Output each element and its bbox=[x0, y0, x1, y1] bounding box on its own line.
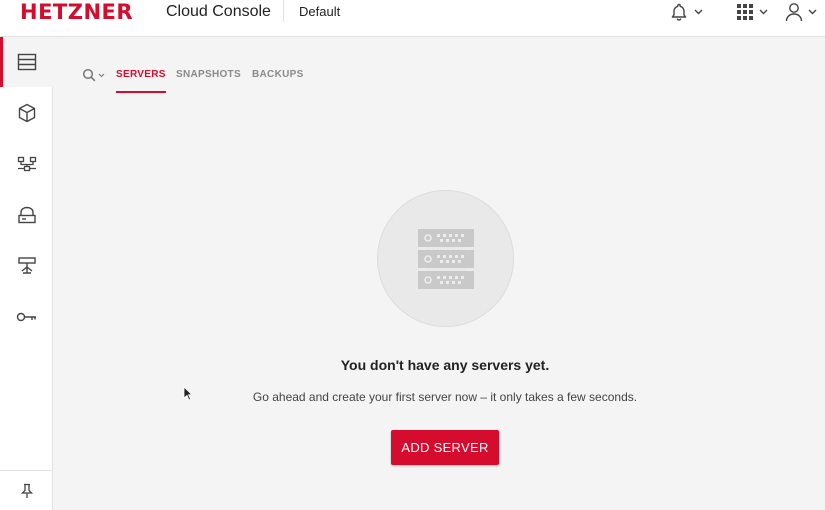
notifications-menu[interactable] bbox=[669, 0, 703, 24]
sidebar-item-keys[interactable] bbox=[0, 292, 53, 342]
account-menu[interactable] bbox=[785, 0, 817, 24]
chevron-down-icon bbox=[759, 9, 768, 15]
project-selector[interactable]: Default bbox=[299, 4, 340, 19]
cube-icon bbox=[18, 103, 35, 123]
search-icon bbox=[82, 68, 96, 82]
top-bar: HETZNER Cloud Console Default bbox=[0, 0, 825, 37]
sidebar-item-servers[interactable] bbox=[0, 37, 53, 87]
load-balancer-icon bbox=[17, 257, 36, 274]
user-icon bbox=[785, 3, 803, 22]
grid-icon bbox=[737, 4, 753, 20]
search-filter-button[interactable] bbox=[82, 68, 105, 82]
sidebar-pin[interactable] bbox=[0, 470, 53, 510]
volume-icon bbox=[17, 206, 36, 224]
sidebar bbox=[0, 37, 53, 510]
chevron-down-icon bbox=[694, 9, 703, 15]
sidebar-item-cube[interactable] bbox=[0, 88, 53, 138]
sidebar-item-load-balancers[interactable] bbox=[0, 241, 53, 291]
key-icon bbox=[16, 312, 36, 322]
apps-menu[interactable] bbox=[736, 0, 768, 24]
app-title: Cloud Console bbox=[166, 3, 271, 20]
empty-state-title: You don't have any servers yet. bbox=[340, 357, 550, 373]
mouse-cursor-icon bbox=[183, 386, 193, 401]
tab-snapshots[interactable]: SNAPSHOTS bbox=[176, 69, 241, 93]
tab-backups[interactable]: BACKUPS bbox=[252, 69, 304, 93]
empty-state-description: Go ahead and create your first server no… bbox=[252, 390, 638, 404]
tab-servers[interactable]: SERVERS bbox=[116, 69, 166, 93]
chevron-down-icon bbox=[98, 73, 105, 77]
sidebar-item-volumes[interactable] bbox=[0, 190, 53, 240]
header-divider bbox=[283, 0, 284, 22]
network-icon bbox=[17, 156, 36, 172]
server-rack-icon bbox=[417, 228, 474, 289]
hetzner-logo[interactable]: HETZNER bbox=[20, 0, 133, 24]
servers-icon bbox=[17, 53, 36, 71]
add-server-button[interactable]: ADD SERVER bbox=[391, 430, 499, 465]
sidebar-item-networks[interactable] bbox=[0, 139, 53, 189]
chevron-down-icon bbox=[808, 9, 817, 15]
bell-icon bbox=[671, 3, 687, 21]
empty-state-illustration bbox=[377, 190, 514, 327]
pin-icon bbox=[20, 483, 33, 498]
